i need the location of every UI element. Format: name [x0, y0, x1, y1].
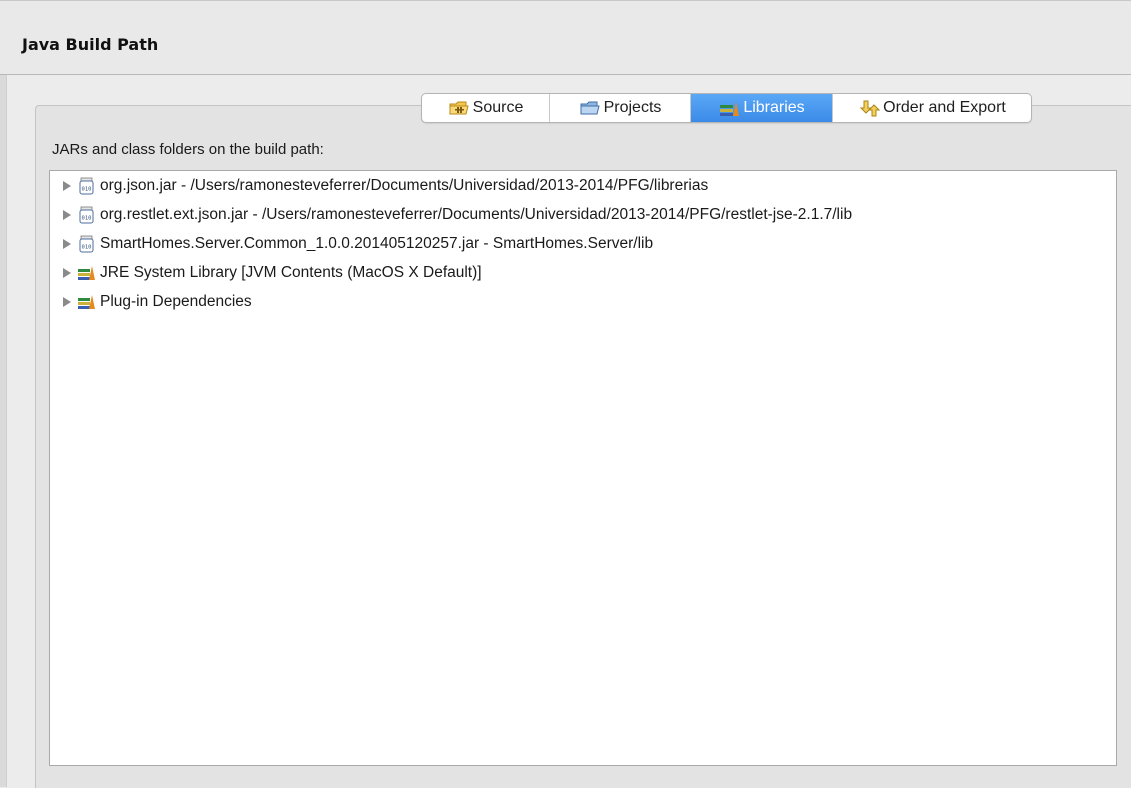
tab-order-and-export-label: Order and Export — [883, 99, 1006, 116]
library-icon — [77, 293, 96, 311]
svg-text:010: 010 — [82, 216, 92, 222]
jar-icon: 010 — [77, 206, 96, 224]
build-path-tree[interactable]: 010 org.json.jar - /Users/ramonestevefer… — [49, 170, 1117, 766]
expand-triangle-icon[interactable] — [63, 210, 71, 220]
tree-item-plug-in-dependencies[interactable]: Plug-in Dependencies — [63, 290, 252, 314]
jar-icon: 010 — [77, 177, 96, 195]
tab-source-label: Source — [472, 99, 524, 116]
tree-item-smarthomes-server-common-jar[interactable]: 010 SmartHomes.Server.Common_1.0.0.20140… — [63, 232, 653, 256]
tab-libraries[interactable]: Libraries — [691, 94, 833, 122]
tree-item-label: SmartHomes.Server.Common_1.0.0.201405120… — [100, 235, 654, 252]
order-export-icon — [858, 99, 881, 117]
tree-item-label: org.restlet.ext.json.jar - /Users/ramone… — [100, 206, 853, 223]
tree-item-label: Plug-in Dependencies — [100, 293, 252, 310]
page-header: Java Build Path — [0, 1, 1131, 75]
expand-triangle-icon[interactable] — [63, 297, 71, 307]
tree-item-org-restlet-ext-json-jar[interactable]: 010 org.restlet.ext.json.jar - /Users/ra… — [63, 203, 852, 227]
tab-order-and-export[interactable]: Order and Export — [833, 94, 1031, 122]
tree-item-jre-system-library[interactable]: JRE System Library [JVM Contents (MacOS … — [63, 261, 482, 285]
jar-icon: 010 — [77, 235, 96, 253]
tree-item-label: org.json.jar - /Users/ramonesteveferrer/… — [100, 177, 709, 194]
tab-projects[interactable]: Projects — [550, 94, 691, 122]
expand-triangle-icon[interactable] — [63, 181, 71, 191]
tab-source[interactable]: Source — [422, 94, 550, 122]
tree-item-org-json-jar[interactable]: 010 org.json.jar - /Users/ramonestevefer… — [63, 174, 708, 198]
source-folder-icon — [448, 99, 470, 117]
library-icon — [77, 264, 96, 282]
svg-text:010: 010 — [82, 187, 92, 193]
tree-item-label: JRE System Library [JVM Contents (MacOS … — [100, 264, 482, 281]
window-left-edge — [0, 75, 7, 787]
svg-text:010: 010 — [82, 245, 92, 251]
projects-folder-icon — [579, 99, 601, 117]
page-title: Java Build Path — [22, 35, 159, 54]
tab-bar: Source Projects Libraries Order and Expo… — [421, 93, 1032, 123]
expand-triangle-icon[interactable] — [63, 268, 71, 278]
libraries-icon — [718, 99, 740, 117]
tab-libraries-label: Libraries — [743, 99, 805, 116]
build-path-label: JARs and class folders on the build path… — [52, 141, 324, 158]
tab-projects-label: Projects — [603, 99, 662, 116]
expand-triangle-icon[interactable] — [63, 239, 71, 249]
